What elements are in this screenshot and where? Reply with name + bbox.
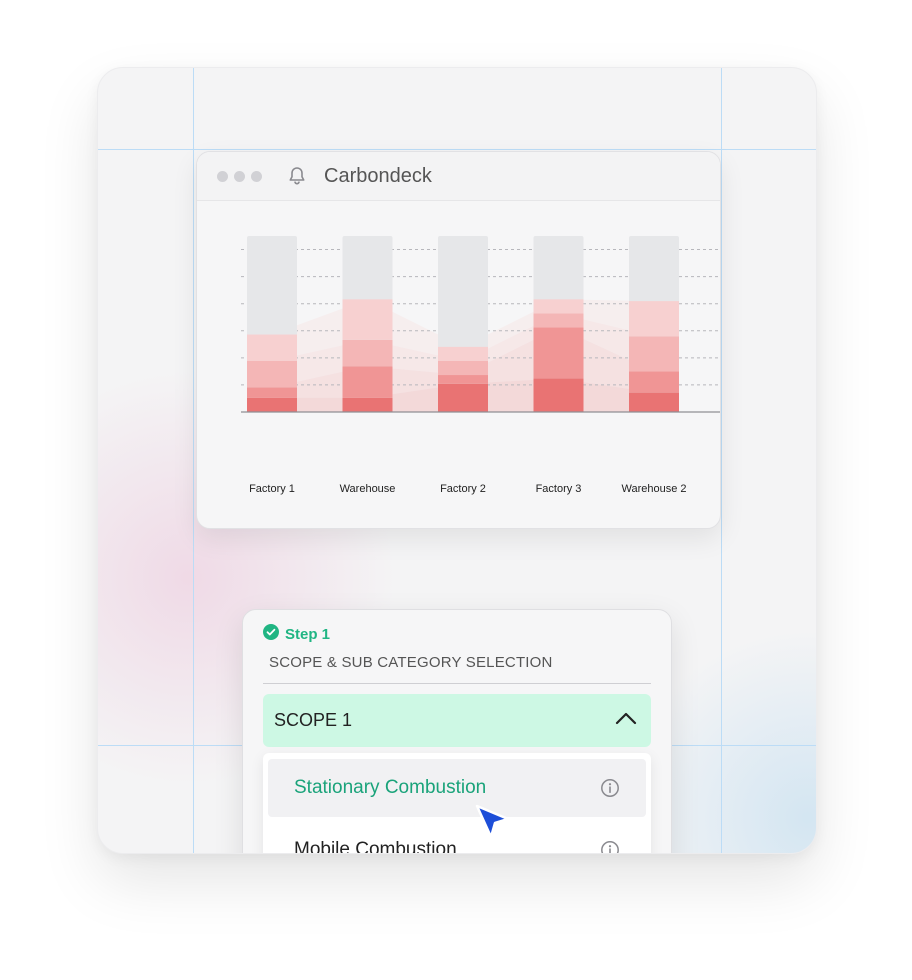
guide-line-vertical-right bbox=[721, 68, 722, 853]
bar-segment bbox=[629, 336, 679, 372]
bar-segment bbox=[533, 299, 584, 314]
option-label: Stationary Combustion bbox=[294, 777, 487, 798]
section-title: SCOPE & SUB CATEGORY SELECTION bbox=[269, 654, 553, 671]
bar-segment bbox=[533, 378, 584, 412]
bar-segment bbox=[438, 375, 488, 384]
scope-dropdown-toggle[interactable]: SCOPE 1 bbox=[263, 694, 651, 747]
x-tick-label: Warehouse bbox=[340, 483, 396, 495]
window-control-dot[interactable] bbox=[251, 170, 262, 182]
option-stationary-combustion[interactable]: Stationary Combustion bbox=[268, 759, 646, 817]
bar-segment bbox=[342, 366, 393, 398]
x-tick-label: Warehouse 2 bbox=[621, 483, 686, 495]
bar-segment bbox=[342, 299, 393, 340]
bar-segment bbox=[629, 371, 679, 393]
window-title: Carbondeck bbox=[324, 164, 432, 187]
guide-line-vertical-left bbox=[193, 68, 194, 853]
info-icon[interactable] bbox=[600, 778, 620, 798]
hero-card: Carbondeck Factory 1 Warehouse Factory 2 Fa… bbox=[97, 67, 817, 854]
scope-label: SCOPE 1 bbox=[274, 710, 353, 730]
x-tick-label: Factory 3 bbox=[536, 483, 582, 495]
option-mobile-combustion[interactable]: Mobile Combustion bbox=[268, 821, 646, 854]
bar-segment bbox=[629, 392, 679, 412]
bar-segment bbox=[247, 387, 297, 398]
cursor-arrow-icon bbox=[470, 800, 514, 849]
bar-segment bbox=[438, 383, 488, 412]
bar-segment bbox=[438, 360, 488, 376]
guide-line-horizontal-top bbox=[98, 149, 816, 150]
scope-selection-panel: Step 1 SCOPE & SUB CATEGORY SELECTION SC… bbox=[242, 609, 672, 854]
window-control-dot[interactable] bbox=[217, 170, 228, 182]
chevron-up-icon[interactable] bbox=[615, 711, 637, 730]
window-control-dot[interactable] bbox=[234, 170, 245, 182]
step-label: Step 1 bbox=[285, 625, 331, 643]
option-label: Mobile Combustion bbox=[294, 839, 457, 854]
bar-segment bbox=[533, 327, 584, 379]
check-circle-icon bbox=[263, 624, 279, 644]
bar-segment bbox=[342, 339, 393, 367]
bar-segment bbox=[247, 397, 297, 412]
divider bbox=[263, 683, 651, 684]
app-window: Carbondeck Factory 1 Warehouse Factory 2 Fa… bbox=[196, 151, 721, 529]
bar-segment bbox=[438, 346, 488, 361]
bar-segment bbox=[247, 360, 297, 388]
bar-segment bbox=[533, 313, 584, 328]
x-tick-label: Factory 1 bbox=[249, 483, 295, 495]
subcategory-dropdown: Stationary Combustion Mobile Combustion bbox=[263, 753, 651, 854]
stacked-bar-chart: Factory 1 Warehouse Factory 2 Factory 3 Ware… bbox=[241, 236, 720, 495]
bar-segment bbox=[629, 301, 679, 337]
step-indicator: Step 1 bbox=[263, 624, 330, 644]
bell-icon[interactable] bbox=[288, 166, 306, 186]
bar-segment bbox=[247, 334, 297, 361]
info-icon[interactable] bbox=[600, 840, 620, 853]
bar-segment bbox=[342, 397, 393, 412]
x-tick-label: Factory 2 bbox=[440, 483, 486, 495]
window-titlebar: Carbondeck bbox=[197, 152, 720, 201]
